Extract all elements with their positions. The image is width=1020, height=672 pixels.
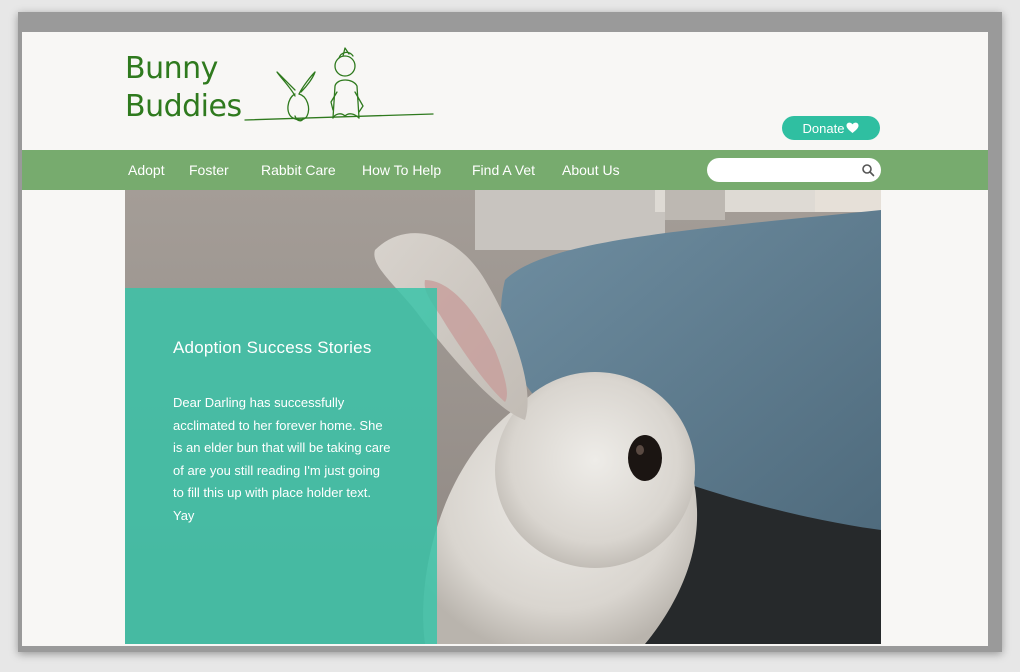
logo-line-2: Buddies — [125, 89, 242, 124]
story-body: Dear Darling has successfully acclimated… — [173, 395, 391, 523]
site-logo[interactable]: Bunny Buddies — [125, 50, 242, 126]
browser-window: Bunny Buddies Donate Adopt Foster Rabbit… — [18, 12, 1002, 652]
nav-item-about-us[interactable]: About Us — [562, 150, 620, 190]
nav-item-find-a-vet[interactable]: Find A Vet — [472, 150, 535, 190]
nav-item-rabbit-care[interactable]: Rabbit Care — [261, 150, 336, 190]
search-box — [707, 158, 881, 182]
web-page: Bunny Buddies Donate Adopt Foster Rabbit… — [22, 32, 988, 646]
hero-banner: Adoption Success Stories Dear Darling ha… — [125, 190, 881, 644]
donate-label: Donate — [802, 120, 845, 136]
bunny-and-child-logo-icon — [244, 47, 434, 122]
story-title: Adoption Success Stories — [173, 338, 372, 357]
donate-button[interactable]: Donate — [782, 116, 880, 140]
heart-icon — [846, 122, 859, 133]
nav-item-foster[interactable]: Foster — [189, 150, 229, 190]
nav-item-how-to-help[interactable]: How To Help — [362, 150, 441, 190]
logo-line-1: Bunny — [125, 51, 218, 86]
search-icon[interactable] — [861, 163, 875, 177]
search-input[interactable] — [717, 161, 857, 179]
nav-item-adopt[interactable]: Adopt — [128, 150, 165, 190]
success-stories-panel: Adoption Success Stories Dear Darling ha… — [125, 288, 437, 644]
main-navigation: Adopt Foster Rabbit Care How To Help Fin… — [22, 150, 988, 190]
